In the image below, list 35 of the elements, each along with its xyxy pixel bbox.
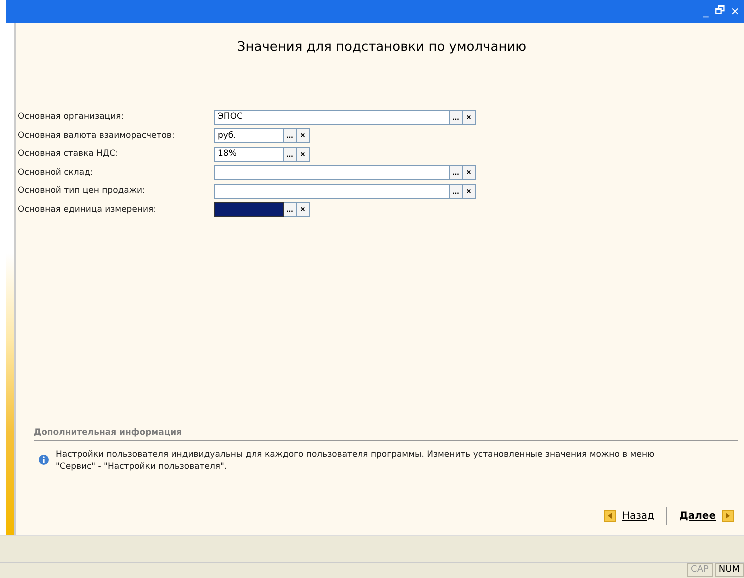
field-label: Основной тип цен продажи:	[18, 186, 146, 196]
clear-button[interactable]: ×	[297, 146, 310, 162]
choose-button[interactable]: ...	[450, 165, 463, 180]
clear-button[interactable]: ×	[463, 110, 476, 125]
window-title: Значения для подстановки по умолчанию	[236, 40, 528, 55]
input-field[interactable]: 18%	[214, 146, 284, 162]
section-heading: Дополнительная информация	[34, 428, 738, 441]
choose-button[interactable]: ...	[450, 184, 463, 199]
clear-button[interactable]: ×	[297, 202, 310, 218]
input-field[interactable]	[214, 184, 450, 199]
close-button[interactable]: ×	[730, 5, 740, 18]
info-text: Настройки пользователя индивидуальны для каждого пользователя программы. Изменить установленные значения можно в меню "Сервис" - "Настройки пользователя".	[56, 449, 656, 473]
field-label: Основная организация:	[18, 112, 126, 122]
clear-button[interactable]: ×	[297, 128, 310, 144]
choose-button[interactable]: ...	[284, 146, 297, 162]
field-label: Основная единица измерения:	[18, 204, 158, 215]
back-link[interactable]: Назад	[622, 510, 654, 522]
next-link[interactable]: Далее	[679, 510, 716, 522]
field-label: Основная валюта взаиморасчетов:	[18, 130, 176, 141]
input-field[interactable]: ЭПОС	[214, 110, 450, 125]
minimize-button[interactable]: _	[703, 5, 709, 18]
choose-button[interactable]: ...	[284, 202, 297, 218]
restore-button[interactable]: 🗗	[714, 2, 725, 21]
status-indicator: CAP	[687, 563, 713, 577]
choose-button[interactable]: ...	[284, 128, 297, 144]
input-field[interactable]: руб.	[214, 128, 284, 144]
info-icon	[39, 455, 49, 465]
field-label: Основной склад:	[18, 168, 94, 178]
input-field[interactable]	[214, 202, 284, 218]
clear-button[interactable]: ×	[463, 165, 476, 180]
choose-button[interactable]: ...	[450, 110, 463, 125]
input-field[interactable]	[214, 165, 450, 180]
clear-button[interactable]: ×	[463, 184, 476, 199]
status-indicator: NUM	[714, 563, 744, 577]
field-label: Основная ставка НДС:	[18, 149, 120, 160]
